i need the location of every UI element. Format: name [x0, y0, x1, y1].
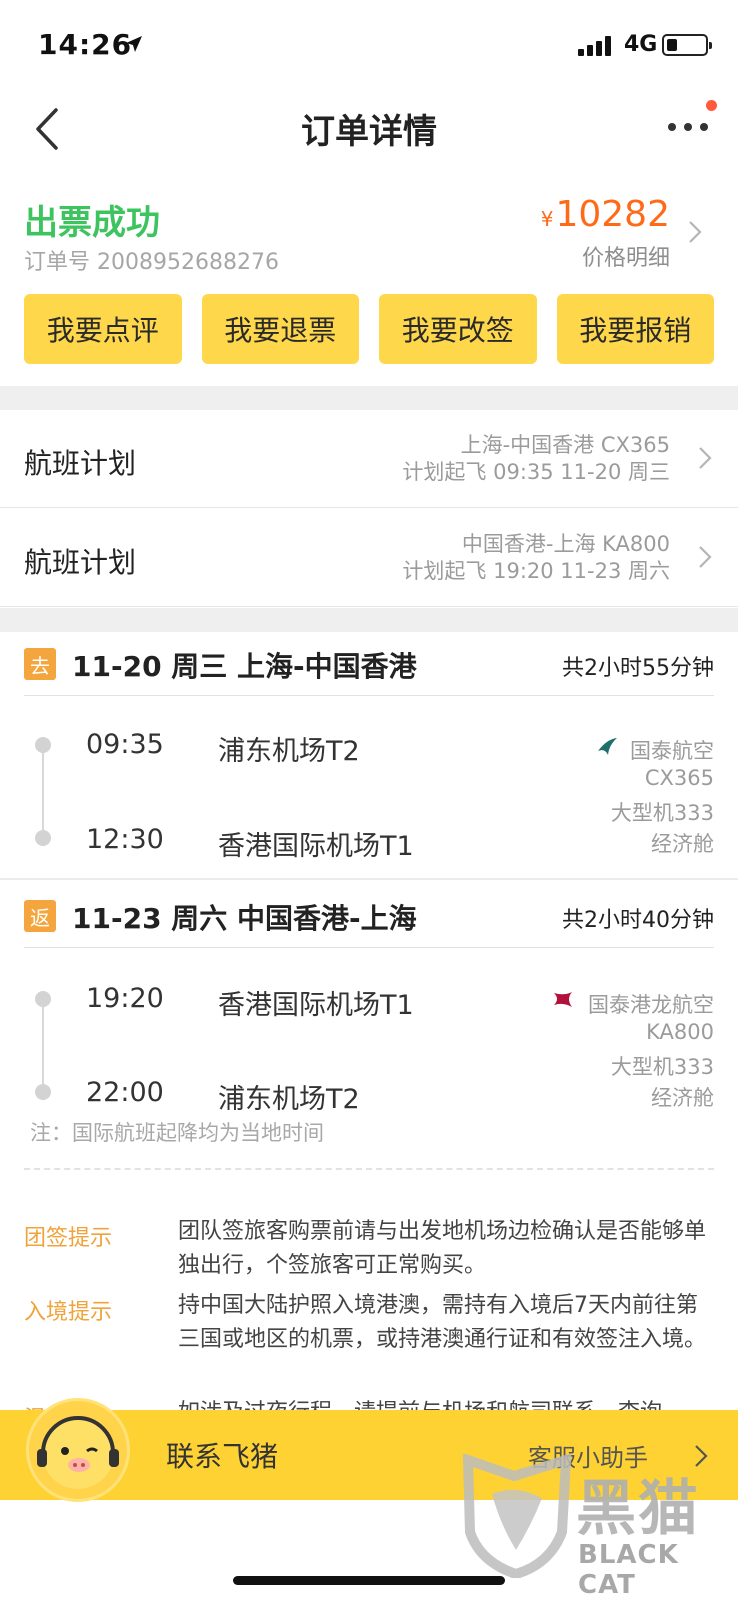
contact-fliggy-label[interactable]: 联系飞猪	[166, 1435, 278, 1475]
flight-number: KA800	[646, 1020, 714, 1044]
timeline-dot	[35, 737, 51, 753]
status-bar: 14:26 4G	[0, 0, 738, 90]
flight-number: CX365	[644, 766, 714, 790]
action-buttons: 我要点评 我要退票 我要改签 我要报销	[24, 294, 714, 364]
timeline-line	[42, 999, 44, 1091]
change-ticket-button[interactable]: 我要改签	[379, 294, 537, 364]
flight-plan-label: 航班计划	[24, 546, 137, 579]
timeline-line	[42, 745, 44, 837]
watermark-text: 黑猫	[576, 1474, 700, 1544]
network-type: 4G	[624, 32, 658, 57]
order-price[interactable]: ¥10282	[541, 194, 670, 235]
price-detail-link[interactable]: 价格明细	[582, 240, 670, 272]
segment-tag: 去	[24, 648, 56, 680]
dragonair-logo-icon	[554, 992, 572, 1007]
segment-title: 11-20 周三 上海-中国香港	[72, 650, 417, 683]
order-number: 订单号 2008952688276	[24, 250, 279, 275]
section-divider	[0, 608, 738, 632]
fliggy-avatar-icon[interactable]	[26, 1398, 130, 1502]
more-icon[interactable]	[664, 112, 714, 142]
airline-name: 国泰航空	[630, 739, 714, 763]
segment-header: 返 11-23 周六 中国香港-上海 共2小时40分钟	[24, 884, 714, 948]
timeline-dot	[35, 1084, 51, 1100]
arrive-airport: 浦东机场T2	[218, 1084, 360, 1115]
aircraft-type: 大型机333	[610, 801, 714, 825]
aircraft-type: 大型机333	[610, 1055, 714, 1079]
arrive-time: 22:00	[86, 1077, 164, 1108]
segment-divider	[0, 878, 738, 880]
flight-plan-label: 航班计划	[24, 447, 137, 480]
flight-plan-row[interactable]: 航班计划 中国香港-上海 KA800 计划起飞 19:20 11-23 周六	[0, 509, 738, 607]
tip-label: 入境提示	[24, 1300, 113, 1325]
tip-text: 持中国大陆护照入境港澳，需持有入境后7天内前往第三国或地区的机票，或持港澳通行证…	[178, 1293, 707, 1352]
chevron-right-icon	[699, 447, 712, 469]
currency-symbol: ¥	[540, 207, 554, 231]
airline-name: 国泰港龙航空	[588, 993, 714, 1017]
flight-plan-schedule: 计划起飞 09:35 11-20 周三	[402, 460, 670, 484]
review-button[interactable]: 我要点评	[24, 294, 182, 364]
order-status: 出票成功	[24, 203, 160, 243]
segment-header: 去 11-20 周三 上海-中国香港 共2小时55分钟	[24, 632, 714, 696]
cathay-pacific-logo-icon	[598, 738, 617, 755]
depart-airport: 香港国际机场T1	[218, 990, 414, 1021]
tip-text: 团队签旅客购票前请与出发地机场边检确认是否能够单独出行，个签旅客可正常购买。	[178, 1219, 707, 1278]
battery-icon	[662, 34, 712, 56]
flight-plan-row[interactable]: 航班计划 上海-中国香港 CX365 计划起飞 09:35 11-20 周三	[0, 410, 738, 508]
chevron-right-icon	[699, 546, 712, 568]
depart-time: 09:35	[86, 729, 164, 760]
depart-time: 19:20	[86, 983, 164, 1014]
notification-dot	[706, 100, 717, 111]
timeline-dot	[35, 991, 51, 1007]
flight-plan-info: 上海-中国香港 CX365 计划起飞 09:35 11-20 周三	[402, 432, 670, 486]
cabin-class: 经济舱	[651, 832, 714, 856]
depart-airport: 浦东机场T2	[218, 736, 360, 767]
arrive-time: 12:30	[86, 824, 164, 855]
signal-icon	[578, 36, 611, 56]
dashed-divider	[24, 1168, 714, 1170]
flight-plan-route: 上海-中国香港 CX365	[460, 433, 670, 457]
page-title: 订单详情	[301, 112, 437, 152]
cabin-class: 经济舱	[651, 1086, 714, 1110]
section-divider	[0, 386, 738, 410]
segment-tag: 返	[24, 900, 56, 932]
flight-plan-schedule: 计划起飞 19:20 11-23 周六	[402, 559, 670, 583]
price-amount: 10282	[555, 194, 670, 235]
location-arrow-icon	[126, 36, 142, 52]
flight-plan-route: 中国香港-上海 KA800	[461, 532, 670, 556]
home-indicator[interactable]	[233, 1576, 505, 1585]
chevron-right-icon[interactable]	[688, 220, 702, 244]
refund-button[interactable]: 我要退票	[201, 294, 359, 364]
arrive-airport: 香港国际机场T1	[218, 831, 414, 862]
segment-title: 11-23 周六 中国香港-上海	[72, 902, 417, 935]
local-time-note: 注：国际航班起降均为当地时间	[30, 1121, 324, 1145]
status-time: 14:26	[38, 28, 133, 61]
black-cat-logo-icon	[462, 1454, 572, 1578]
flight-plan-info: 中国香港-上海 KA800 计划起飞 19:20 11-23 周六	[402, 531, 670, 585]
reimburse-button[interactable]: 我要报销	[556, 294, 714, 364]
watermark-subtext: BLACK CAT	[578, 1540, 679, 1600]
segment-duration: 共2小时40分钟	[562, 908, 714, 933]
tip-label: 团签提示	[24, 1226, 113, 1251]
timeline-dot	[35, 830, 51, 846]
segment-duration: 共2小时55分钟	[562, 656, 714, 681]
